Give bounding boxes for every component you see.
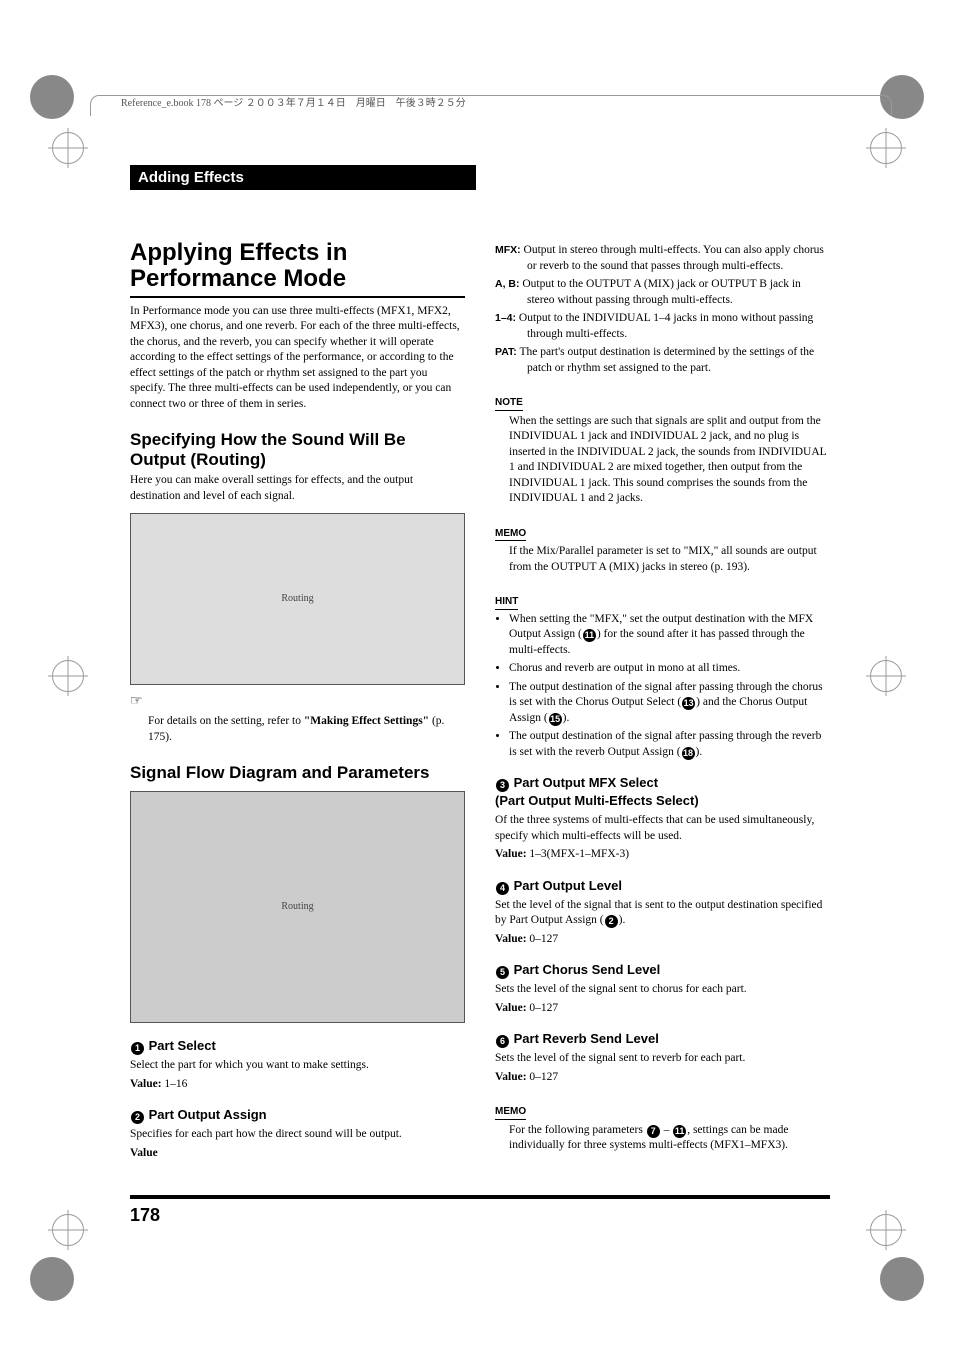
hint-item: Chorus and reverb are output in mono at … [509,661,830,677]
note-icon [495,396,523,411]
corner-ornament-bl [30,1257,74,1301]
intro-paragraph: In Performance mode you can use three mu… [130,304,465,413]
output-level-value: Value: 0–127 [495,932,830,948]
reverb-send-value: Value: 0–127 [495,1070,830,1086]
note-text: When the settings are such that signals … [495,414,830,507]
left-column: Applying Effects in Performance Mode In … [130,240,465,1164]
hint-item: The output destination of the signal aft… [509,729,830,760]
hint-icon [495,595,518,610]
heading-signal-flow: Signal Flow Diagram and Parameters [130,763,465,783]
param-heading-part-output-level: 4 Part Output Level [495,877,830,895]
page-title: Applying Effects in Performance Mode [130,240,465,298]
mfx-select-desc: Of the three systems of multi-effects th… [495,813,830,844]
cross-ref-text: For details on the setting, refer to "Ma… [130,714,465,745]
part-select-value: Value: 1–16 [130,1077,465,1093]
value-option-ab: A, B: Output to the OUTPUT A (MIX) jack … [495,277,830,308]
heading-routing: Specifying How the Sound Will Be Output … [130,430,465,469]
chorus-send-value: Value: 0–127 [495,1001,830,1017]
mfx-select-value: Value: 1–3(MFX-1–MFX-3) [495,847,830,863]
page-number: 178 [130,1205,160,1226]
chorus-send-desc: Sets the level of the signal sent to cho… [495,982,830,998]
value-option-mfx: MFX: Output in stereo through multi-effe… [495,243,830,274]
hint-item: The output destination of the signal aft… [509,680,830,727]
registration-mark [870,132,902,164]
footer-rule [130,1195,830,1199]
routing-screenshot-large: Routing [130,791,465,1023]
registration-mark [870,1214,902,1246]
hint-item: When setting the "MFX," set the output d… [509,612,830,659]
registration-mark [52,1214,84,1246]
param-heading-reverb-send: 6 Part Reverb Send Level [495,1030,830,1048]
print-job-header: Reference_e.book 178 ページ ２００３年７月１４日 月曜日 … [90,95,892,116]
value-option-1-4: 1–4: Output to the INDIVIDUAL 1–4 jacks … [495,311,830,342]
cross-ref-icon: ☞ [130,693,465,712]
registration-mark [52,132,84,164]
memo-text-2: For the following parameters 7 – 11, set… [495,1123,830,1154]
output-level-desc: Set the level of the signal that is sent… [495,898,830,929]
hint-list: When setting the "MFX," set the output d… [509,612,830,761]
reverb-send-desc: Sets the level of the signal sent to rev… [495,1051,830,1067]
value-option-pat: PAT: The part's output destination is de… [495,345,830,376]
param-heading-chorus-send: 5 Part Chorus Send Level [495,961,830,979]
section-header-bar: Adding Effects [130,165,476,190]
corner-ornament-br [880,1257,924,1301]
param-heading-part-output-assign: 2 Part Output Assign [130,1106,465,1124]
part-output-assign-desc: Specifies for each part how the direct s… [130,1127,465,1143]
part-select-desc: Select the part for which you want to ma… [130,1058,465,1074]
registration-mark [52,660,84,692]
param-heading-part-select: 1 Part Select [130,1037,465,1055]
part-output-assign-value-label: Value [130,1146,465,1162]
right-column: MFX: Output in stereo through multi-effe… [495,240,830,1164]
memo-text-1: If the Mix/Parallel parameter is set to … [495,544,830,575]
corner-ornament-tl [30,75,74,119]
registration-mark [870,660,902,692]
param-heading-part-output-mfx-select: 3 Part Output MFX Select(Part Output Mul… [495,774,830,810]
memo-icon [495,1105,526,1120]
memo-icon [495,527,526,542]
routing-screenshot-small: Routing [130,513,465,685]
routing-intro: Here you can make overall settings for e… [130,473,465,504]
